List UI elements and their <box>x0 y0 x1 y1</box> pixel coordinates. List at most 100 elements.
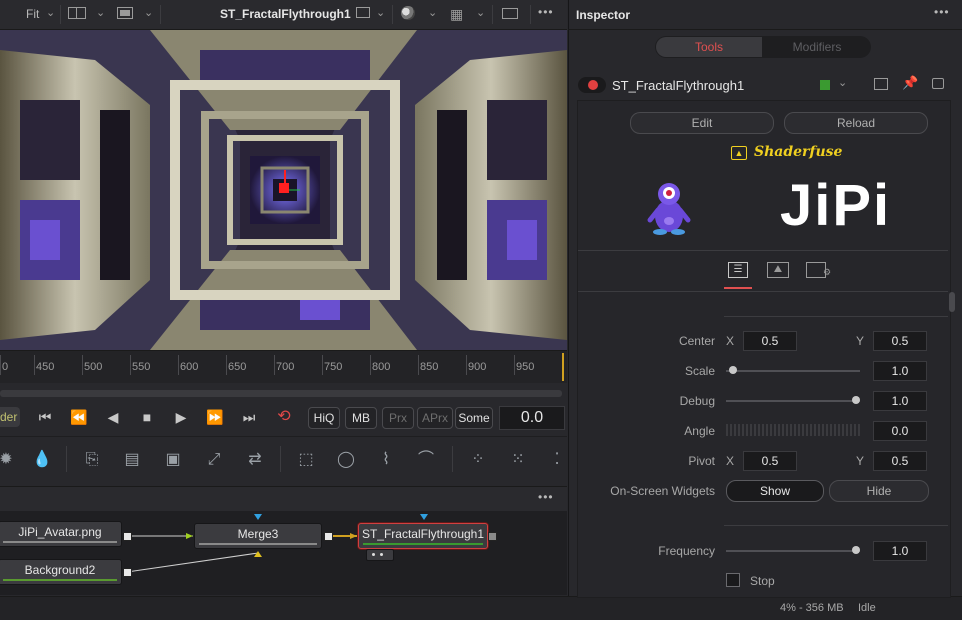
grid-icon[interactable]: ▦ <box>450 6 463 23</box>
node-label: ST_FractalFlythrough1 <box>361 527 485 541</box>
playhead[interactable] <box>562 353 564 381</box>
proxy-button[interactable]: Prx <box>382 407 414 429</box>
image-tab-icon[interactable]: ⛰ <box>767 262 789 278</box>
play-icon[interactable]: ▶ <box>171 409 191 425</box>
ruler-label: 650 <box>228 361 247 373</box>
mask-input-port[interactable] <box>420 514 428 520</box>
stop-checkbox[interactable] <box>726 573 740 587</box>
chevron-down-icon[interactable]: ⌄ <box>144 6 153 19</box>
node-background[interactable]: Background2 <box>0 559 122 585</box>
particle-emitter-icon[interactable]: ⁙ <box>506 448 530 472</box>
output-port[interactable] <box>324 532 333 541</box>
fit-dropdown[interactable]: Fit <box>26 7 39 21</box>
viewer-canvas[interactable] <box>0 30 567 350</box>
edit-button[interactable]: Edit <box>630 112 774 134</box>
chevron-down-icon[interactable]: ⌄ <box>838 76 847 89</box>
split-view-icon[interactable] <box>68 7 86 19</box>
node-options-button[interactable]: ••• <box>538 490 554 504</box>
render-button[interactable]: der <box>0 407 20 427</box>
center-y-field[interactable]: 0.5 <box>873 331 927 351</box>
chevron-down-icon[interactable]: ⌄ <box>46 6 55 19</box>
loader-icon[interactable]: ⎘ <box>80 448 104 472</box>
output-port[interactable] <box>123 568 132 577</box>
particles-icon[interactable]: ⁘ <box>466 448 490 472</box>
tab-modifiers[interactable]: Modifiers <box>764 37 870 57</box>
hiq-button[interactable]: HiQ <box>308 407 340 429</box>
mask-input-port[interactable] <box>254 514 262 520</box>
step-back-icon[interactable]: ◀ <box>103 409 123 425</box>
pin-icon[interactable]: 📌 <box>902 75 918 91</box>
node-extras-handle[interactable] <box>366 549 394 561</box>
brand-label: Shaderfuse <box>754 144 843 160</box>
scale-slider[interactable] <box>726 370 860 372</box>
scale-slider-knob[interactable] <box>728 366 737 374</box>
viewer-options-button[interactable]: ••• <box>538 5 554 19</box>
current-frame-field[interactable]: 0.0 <box>499 406 565 430</box>
node-editor-header: ••• <box>0 486 567 512</box>
viewer-layout-icon[interactable] <box>117 7 133 19</box>
brightness-icon[interactable]: ✹ <box>0 448 18 472</box>
debug-slider[interactable] <box>726 400 860 402</box>
output-port[interactable] <box>123 532 132 541</box>
node-editor[interactable]: JiPi_Avatar.png Merge3 ST_FractalFlythro… <box>0 511 567 595</box>
debug-slider-knob[interactable] <box>852 396 860 404</box>
drop-icon[interactable]: 💧 <box>30 448 54 472</box>
settings-tab-icon[interactable]: ⚙ <box>806 262 831 278</box>
ellipse-mask-icon[interactable]: ◯ <box>334 448 358 472</box>
bspline-mask-icon[interactable]: ⌒ <box>414 448 438 472</box>
tool-color-swatch[interactable] <box>820 80 830 90</box>
inspector-scrollbar[interactable] <box>949 292 955 312</box>
scale-field[interactable]: 1.0 <box>873 361 927 381</box>
center-x-field[interactable]: 0.5 <box>743 331 797 351</box>
chevron-down-icon[interactable]: ⌄ <box>476 6 485 19</box>
debug-field[interactable]: 1.0 <box>873 391 927 411</box>
merge-icon[interactable]: ▣ <box>161 448 185 472</box>
tab-tools[interactable]: Tools <box>656 37 762 57</box>
saver-icon[interactable]: ⇄ <box>243 448 267 472</box>
auto-proxy-button[interactable]: APrx <box>417 407 453 429</box>
motion-blur-button[interactable]: MB <box>345 407 377 429</box>
fullscreen-icon[interactable] <box>502 8 518 19</box>
node-shaderfuse-selected[interactable]: ST_FractalFlythrough1 <box>358 523 488 549</box>
stop-icon[interactable]: ■ <box>137 409 157 425</box>
angle-field[interactable]: 0.0 <box>873 421 927 441</box>
hide-widgets-button[interactable]: Hide <box>829 480 929 502</box>
frequency-field[interactable]: 1.0 <box>873 541 927 561</box>
chevron-down-icon[interactable]: ⌄ <box>96 6 105 19</box>
output-port[interactable] <box>488 532 497 541</box>
go-to-start-icon[interactable]: ⏮ <box>35 409 55 425</box>
background-icon[interactable]: ▤ <box>120 448 144 472</box>
frequency-slider[interactable] <box>726 550 860 552</box>
frequency-slider-knob[interactable] <box>852 546 860 554</box>
controls-tab-icon[interactable]: ☰ <box>728 262 748 278</box>
checker-icon[interactable] <box>356 7 370 18</box>
ruler-label: 600 <box>180 361 199 373</box>
selective-update-button[interactable]: Some <box>455 407 493 429</box>
shaderfuse-logo-icon: ▲ <box>731 146 747 160</box>
pivot-x-field[interactable]: 0.5 <box>743 451 797 471</box>
rectangle-mask-icon[interactable]: ⬚ <box>294 448 318 472</box>
time-ruler[interactable]: 0 450 500 550 600 650 700 750 800 850 90… <box>0 350 567 383</box>
versions-icon[interactable] <box>874 78 888 90</box>
lock-icon[interactable] <box>932 78 944 89</box>
rewind-icon[interactable]: ⏪ <box>69 409 89 425</box>
chevron-down-icon[interactable]: ⌄ <box>428 6 437 19</box>
transform-icon[interactable]: ⤢ <box>202 448 226 472</box>
color-channel-icon[interactable] <box>401 6 415 20</box>
angle-thumbwheel[interactable] <box>726 424 862 436</box>
inspector-options-button[interactable]: ••• <box>934 5 950 19</box>
reload-button[interactable]: Reload <box>784 112 928 134</box>
chevron-down-icon[interactable]: ⌄ <box>376 6 385 19</box>
pivot-y-field[interactable]: 0.5 <box>873 451 927 471</box>
polygon-mask-icon[interactable]: ⌇ <box>374 448 398 472</box>
loop-icon[interactable]: ⟲ <box>274 409 294 425</box>
fast-forward-icon[interactable]: ⏩ <box>205 409 225 425</box>
node-merge[interactable]: Merge3 <box>194 523 322 549</box>
show-widgets-button[interactable]: Show <box>726 480 824 502</box>
timeline-scrollbar[interactable] <box>0 390 562 397</box>
node-jipi-avatar[interactable]: JiPi_Avatar.png <box>0 521 122 547</box>
tool-enable-toggle[interactable] <box>578 77 606 93</box>
foreground-input-port[interactable] <box>254 551 262 557</box>
go-to-end-icon[interactable]: ⏭ <box>239 409 259 425</box>
particle-render-icon[interactable]: ⁚ <box>545 448 569 472</box>
